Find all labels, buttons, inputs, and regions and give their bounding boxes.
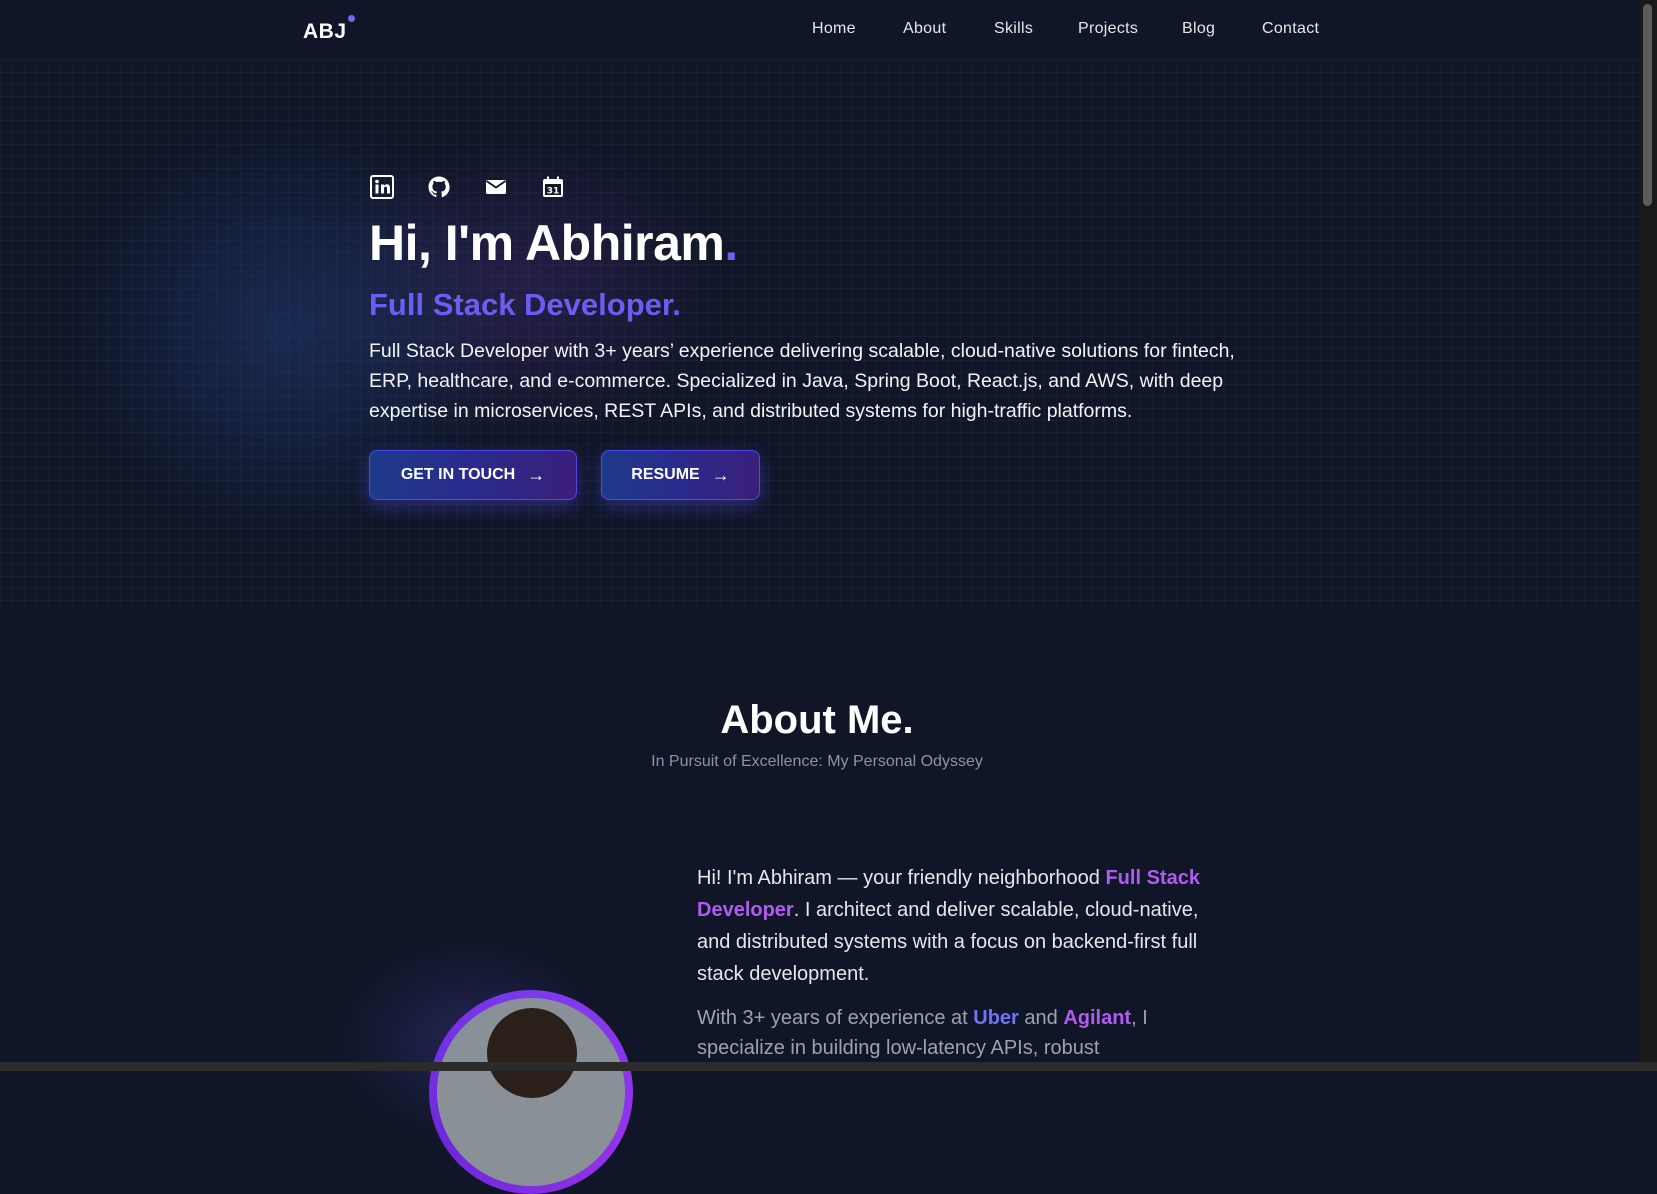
nav-skills[interactable]: Skills: [994, 20, 1033, 38]
svg-text:31: 31: [547, 187, 560, 197]
nav-blog[interactable]: Blog: [1182, 20, 1215, 38]
hero-background: [0, 60, 1640, 610]
scrollbar-thumb[interactable]: [1643, 4, 1652, 206]
site-logo[interactable]: ABJ: [303, 20, 347, 44]
get-in-touch-button[interactable]: GET IN TOUCH →: [369, 450, 577, 500]
mail-icon[interactable]: [484, 175, 508, 199]
logo-dot: [348, 15, 355, 22]
agilant-highlight: Agilant: [1063, 1007, 1132, 1029]
avatar: [429, 990, 633, 1194]
arrow-right-icon: →: [527, 464, 546, 485]
about-title: About Me.: [720, 698, 914, 742]
resume-button[interactable]: RESUME →: [601, 450, 760, 500]
nav-contact[interactable]: Contact: [1262, 20, 1319, 38]
nav-home[interactable]: Home: [812, 20, 856, 38]
about-subtitle: In Pursuit of Excellence: My Personal Od…: [651, 753, 983, 770]
top-navbar: ABJ Home About Skills Projects Blog Cont…: [0, 0, 1640, 60]
hero-title: Hi, I'm Abhiram.: [369, 215, 738, 271]
title-dot: .: [724, 215, 738, 271]
nav-projects[interactable]: Projects: [1078, 20, 1138, 38]
hero-description: Full Stack Developer with 3+ years’ expe…: [369, 340, 1235, 422]
linkedin-icon[interactable]: [370, 175, 394, 199]
arrow-right-icon: →: [711, 464, 730, 485]
uber-highlight: Uber: [973, 1007, 1019, 1029]
nav-about[interactable]: About: [903, 20, 946, 38]
calendar-icon[interactable]: 31: [541, 175, 565, 199]
github-icon[interactable]: [427, 175, 451, 199]
avatar-head: [487, 1008, 577, 1098]
about-paragraph-2: With 3+ years of experience at Uber and …: [697, 1007, 1148, 1059]
bottom-bar: [0, 1062, 1657, 1071]
avatar-photo: [437, 998, 625, 1186]
about-paragraph-1: Hi! I'm Abhiram — your friendly neighbor…: [697, 867, 1200, 985]
hero-subtitle: Full Stack Developer.: [369, 287, 681, 322]
